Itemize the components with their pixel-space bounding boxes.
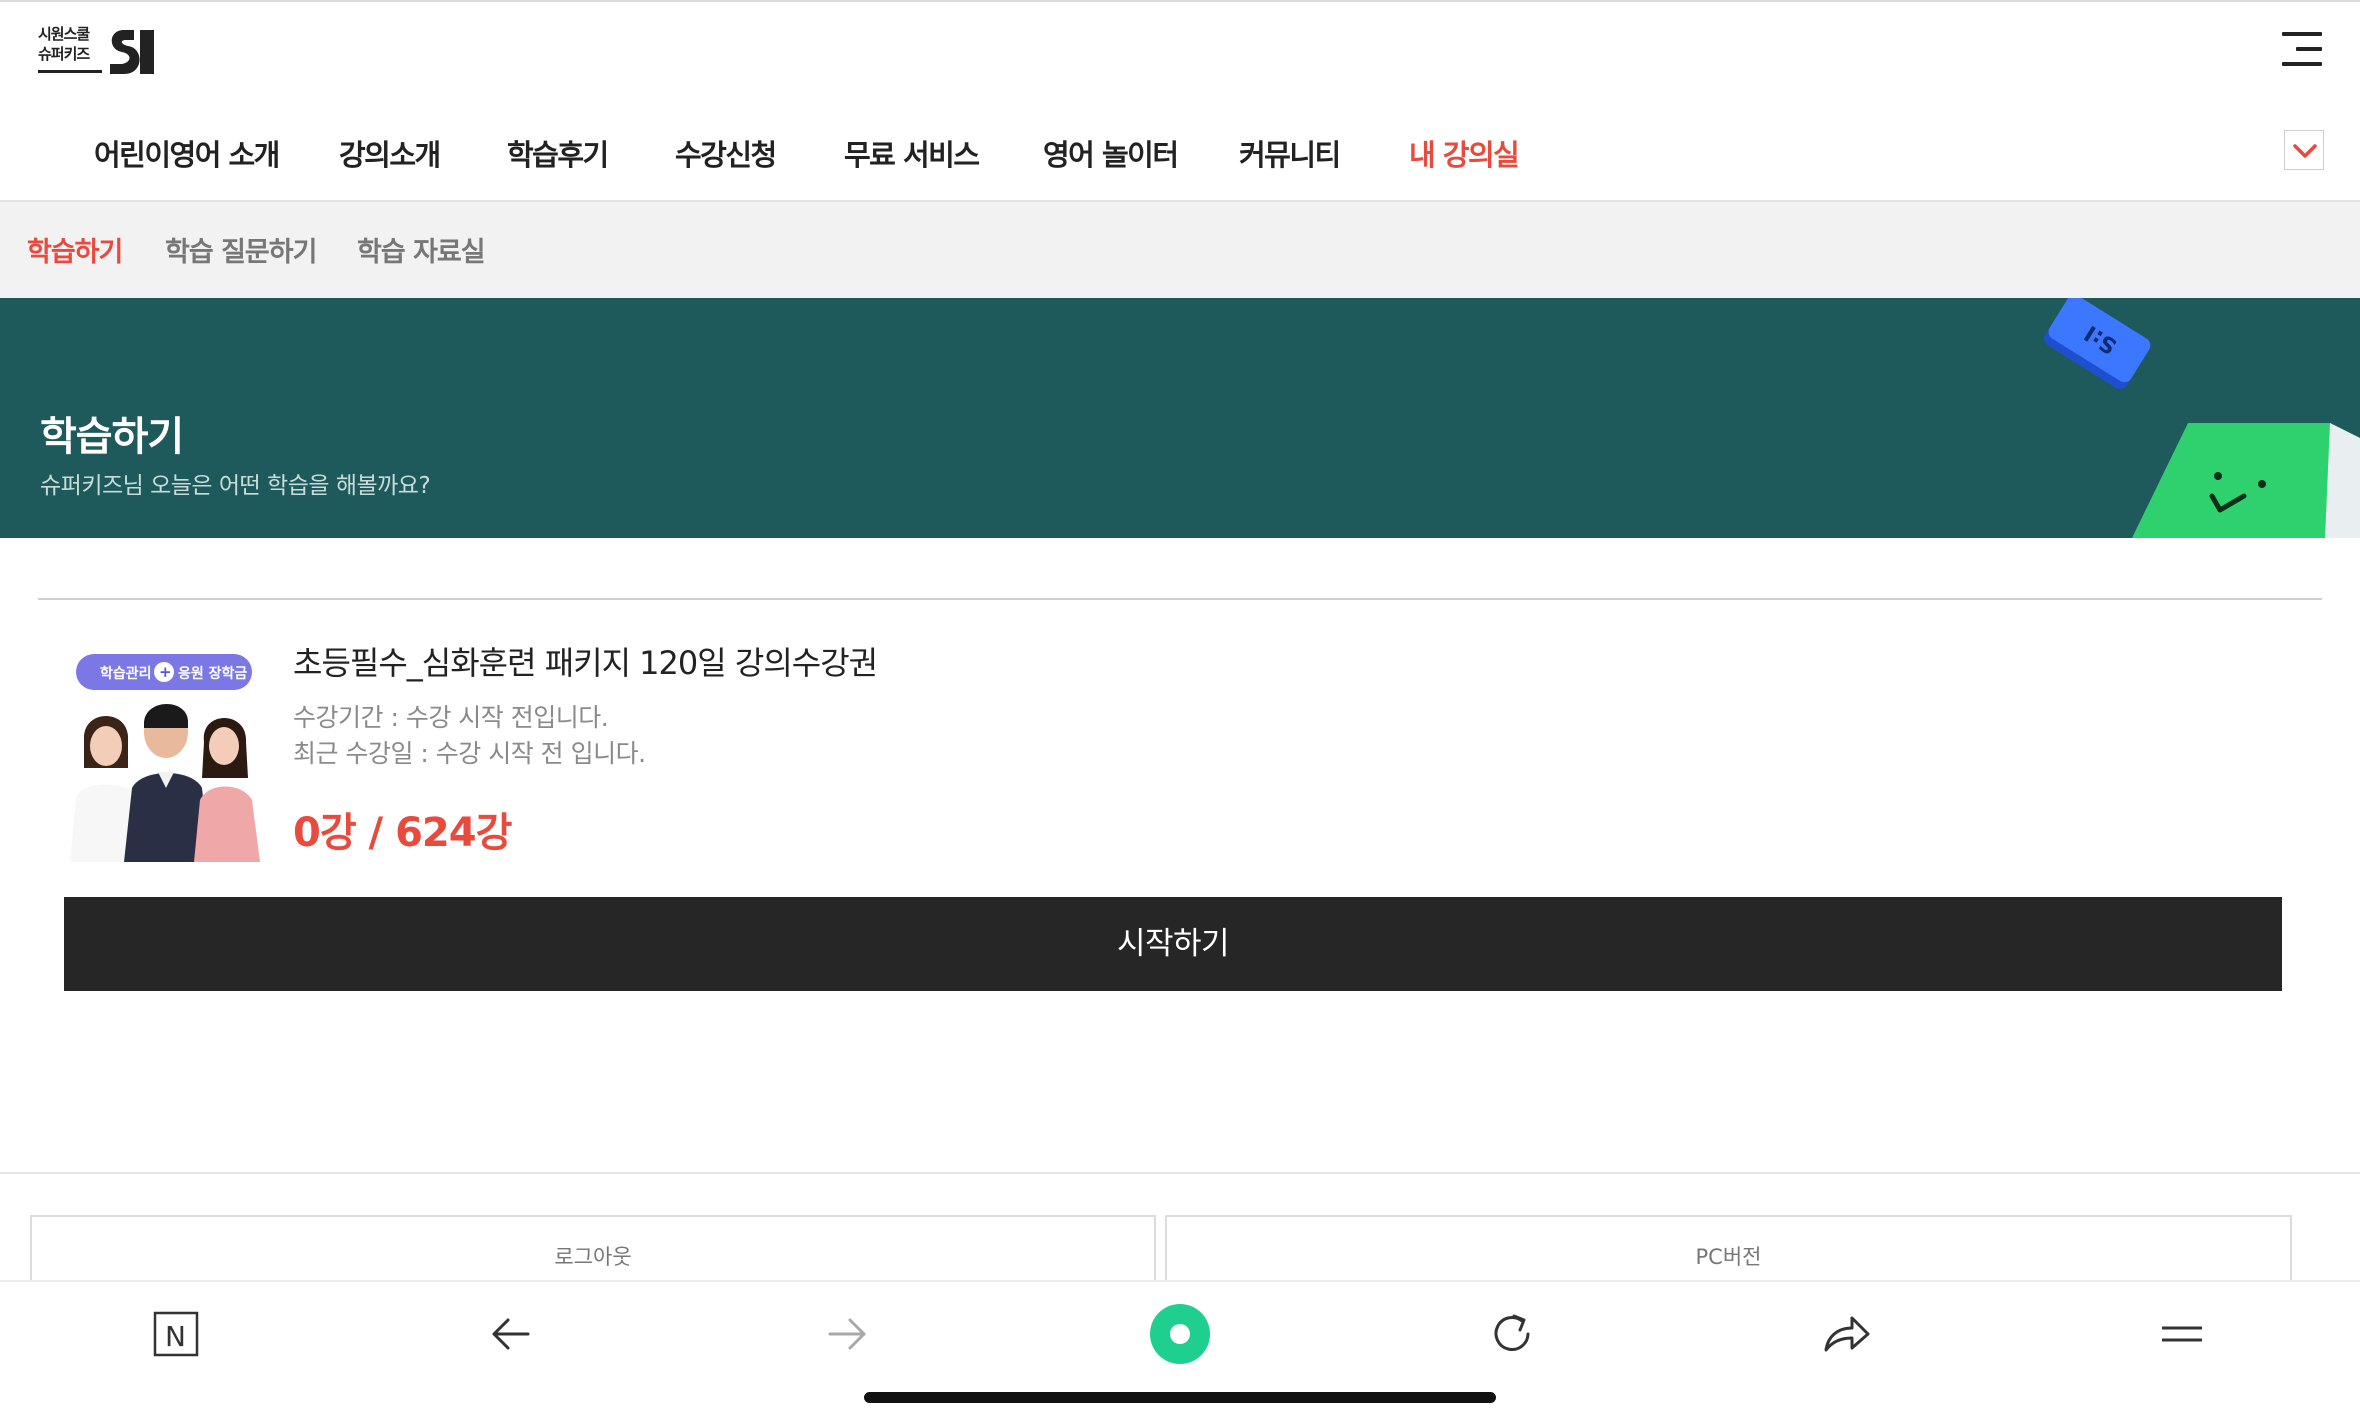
page-banner: S:I 학습하기 슈퍼키즈님 오늘은 어떤 학습을 해볼까요? [0, 298, 2360, 538]
subnav-item-study[interactable]: 학습하기 [27, 230, 123, 269]
banner-decoration-icon: S:I [2044, 298, 2360, 538]
nav-item-my-classroom[interactable]: 내 강의실 [1409, 132, 1520, 206]
svg-text:+: + [159, 663, 172, 681]
nav-item-free-service[interactable]: 무료 서비스 [844, 132, 980, 204]
forward-arrow-icon[interactable] [816, 1304, 876, 1364]
start-button[interactable]: 시작하기 [64, 897, 2282, 991]
green-dot-icon[interactable] [1150, 1304, 1210, 1364]
sub-nav: 학습하기 학습 질문하기 학습 자료실 [0, 202, 2360, 298]
nav-item-community[interactable]: 커뮤니티 [1239, 132, 1341, 204]
banner-subtitle: 슈퍼키즈님 오늘은 어떤 학습을 해볼까요? [40, 473, 431, 499]
back-arrow-icon[interactable] [482, 1304, 542, 1364]
nav-item-reviews[interactable]: 학습후기 [507, 132, 609, 204]
content-divider [38, 598, 2322, 600]
logo-underline [38, 70, 102, 73]
course-title[interactable]: 초등필수_심화훈련 패키지 120일 강의수강권 [293, 638, 878, 684]
course-thumbnail[interactable]: 학습관리 + 응원 장학금 [62, 648, 266, 862]
menu-icon[interactable] [2152, 1304, 2212, 1364]
share-icon[interactable] [1816, 1304, 1876, 1364]
home-indicator[interactable] [864, 1392, 1496, 1403]
chevron-down-icon [2293, 144, 2317, 158]
course-recent-date: 최근 수강일 : 수강 시작 전 입니다. [293, 739, 646, 768]
svg-text:학습관리: 학습관리 [100, 665, 152, 682]
course-progress: 0강 / 624강 [293, 810, 512, 856]
nav-item-playground[interactable]: 영어 놀이터 [1043, 132, 1179, 204]
logout-button[interactable]: 로그아웃 [30, 1215, 1156, 1285]
nav-item-kids-intro[interactable]: 어린이영어 소개 [94, 132, 280, 204]
nav-item-lecture-intro[interactable]: 강의소개 [339, 132, 441, 204]
banner-title: 학습하기 [40, 414, 184, 460]
logo-mark-icon [110, 30, 154, 74]
subnav-item-question[interactable]: 학습 질문하기 [165, 230, 317, 269]
nav-expand-button[interactable] [2284, 130, 2324, 170]
svg-text:응원 장학금: 응원 장학금 [178, 665, 247, 682]
refresh-icon[interactable] [1482, 1304, 1542, 1364]
hamburger-icon[interactable] [2282, 32, 2322, 66]
teachers-image: 학습관리 + 응원 장학금 [62, 648, 266, 862]
pc-version-button[interactable]: PC버전 [1165, 1215, 2292, 1285]
course-period: 수강기간 : 수강 시작 전입니다. [293, 703, 609, 732]
subnav-item-materials[interactable]: 학습 자료실 [357, 230, 486, 269]
main-nav: 어린이영어 소개 강의소개 학습후기 수강신청 무료 서비스 영어 놀이터 커뮤… [0, 120, 2200, 206]
site-logo[interactable]: 시원스쿨 슈퍼키즈 [38, 24, 158, 80]
naver-icon[interactable]: N [146, 1304, 206, 1364]
logo-text: 시원스쿨 슈퍼키즈 [38, 25, 90, 63]
footer-divider [0, 1172, 2360, 1174]
svg-text:N: N [165, 1320, 186, 1353]
nav-item-enroll[interactable]: 수강신청 [675, 132, 777, 204]
site-header: 시원스쿨 슈퍼키즈 어린이영어 소개 강의소개 학습후기 수강신청 무료 서비스… [0, 0, 2360, 206]
